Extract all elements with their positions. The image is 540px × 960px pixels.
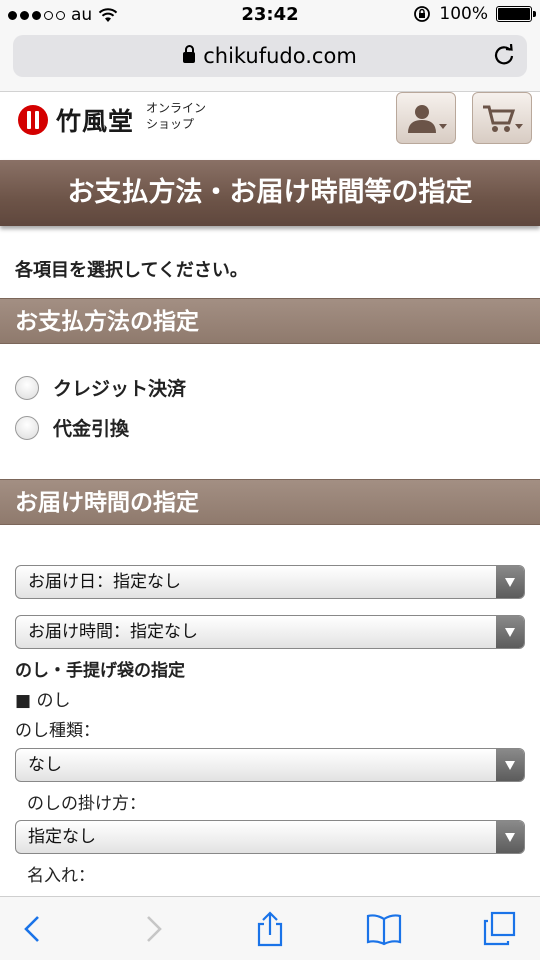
noshi-type-select[interactable]: なし	[15, 748, 525, 782]
payment-option-label: クレジット決済	[53, 378, 187, 400]
tabs-icon[interactable]	[482, 911, 518, 947]
bookmarks-icon[interactable]	[366, 911, 402, 947]
logo-text: 竹風堂	[56, 107, 135, 136]
delivery-time-value: お届け時間：指定なし	[28, 622, 198, 642]
account-button[interactable]	[396, 92, 456, 144]
dropdown-arrow-icon	[496, 821, 524, 853]
site-logo[interactable]: 竹風堂	[18, 102, 134, 138]
share-icon[interactable]	[252, 911, 288, 947]
battery-icon	[496, 6, 536, 22]
noshi-type-label: のし種類：	[15, 721, 100, 741]
status-bar: au 23:42 100%	[0, 0, 540, 30]
back-icon[interactable]	[16, 911, 52, 947]
noshi-method-select[interactable]: 指定なし	[15, 820, 525, 854]
payment-option-credit[interactable]: クレジット決済	[15, 374, 186, 401]
noshi-method-label: のしの掛け方：	[27, 794, 146, 814]
name-entry-label: 名入れ：	[27, 866, 95, 886]
address-bar[interactable]: chikufudo.com	[13, 35, 527, 77]
payment-option-label: 代金引換	[53, 418, 130, 440]
browser-chrome: chikufudo.com	[0, 30, 540, 92]
noshi-heading: のし・手提げ袋の指定	[15, 661, 185, 681]
noshi-method-value: 指定なし	[28, 827, 96, 847]
orientation-lock-icon	[414, 6, 431, 22]
reload-icon[interactable]	[493, 44, 515, 66]
noshi-type-value: なし	[28, 755, 62, 775]
site-header: 竹風堂 オンライン ショップ	[0, 92, 540, 160]
dropdown-arrow-icon	[496, 616, 524, 648]
page-title: お支払方法・お届け時間等の指定	[0, 160, 540, 226]
radio-button[interactable]	[15, 415, 39, 440]
delivery-date-value: お届け日：指定なし	[28, 572, 181, 592]
browser-toolbar	[0, 896, 540, 960]
forward-icon[interactable]	[134, 911, 170, 947]
lock-icon	[183, 45, 196, 63]
delivery-date-select[interactable]: お届け日：指定なし	[15, 565, 525, 599]
dropdown-arrow-icon	[496, 749, 524, 781]
user-icon	[408, 105, 447, 133]
noshi-bullet-label: ■ のし	[15, 691, 71, 711]
logo-mark-icon	[18, 105, 48, 135]
cart-button[interactable]	[472, 92, 532, 144]
delivery-time-select[interactable]: お届け時間：指定なし	[15, 615, 525, 649]
cart-icon	[483, 105, 523, 132]
delivery-section-heading: お届け時間の指定	[0, 479, 540, 525]
radio-button[interactable]	[15, 375, 39, 400]
payment-option-cod[interactable]: 代金引換	[15, 414, 129, 441]
dropdown-arrow-icon	[496, 566, 524, 598]
payment-section-heading: お支払方法の指定	[0, 298, 540, 344]
url-text: chikufudo.com	[203, 44, 357, 68]
battery-percent: 100%	[439, 4, 488, 24]
online-shop-label: オンライン ショップ	[146, 101, 207, 131]
instruction-text: 各項目を選択してください。	[15, 260, 248, 281]
